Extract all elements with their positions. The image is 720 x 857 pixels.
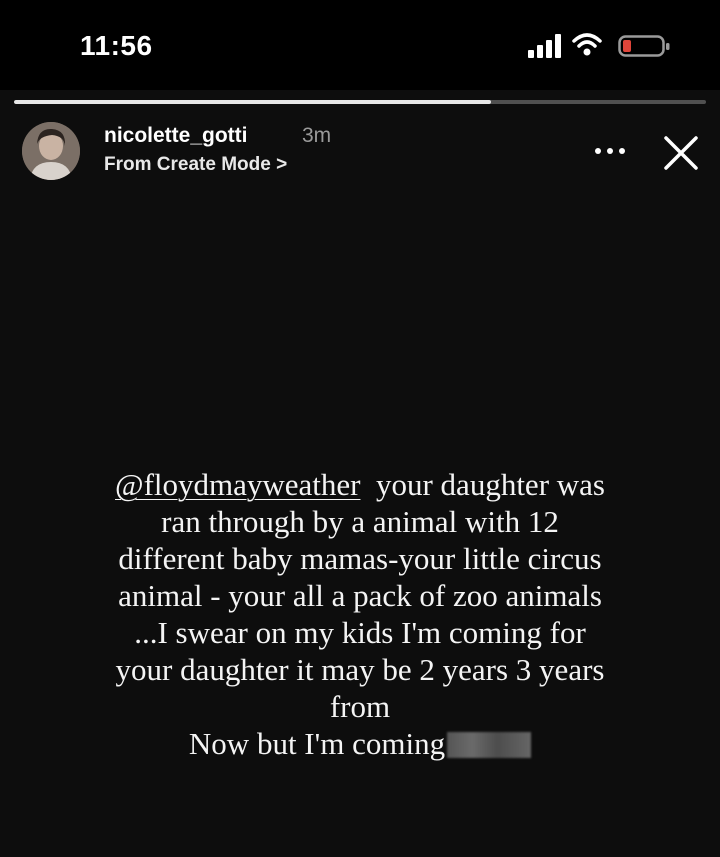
more-icon [595,148,625,154]
wifi-icon [572,33,602,56]
story-progress-bar [14,100,706,104]
create-mode-link[interactable]: From Create Mode > [104,154,287,176]
battery-level [623,40,631,52]
story-line-8: Now but I'm coming [30,725,690,762]
close-icon [664,136,698,170]
story-line-6: your daughter it may be 2 years 3 years [115,652,605,687]
signal-icon [528,34,561,58]
story-line-5: ...I swear on my kids I'm coming for [134,615,586,650]
story-screen: 11:56 nicolette_gotti 3m From Create Mod… [0,0,720,857]
mention-link[interactable]: @floydmayweather [115,467,360,502]
status-time: 11:56 [80,30,153,61]
story-line-8-text: Now but I'm coming [188,726,446,761]
battery-icon [618,35,670,57]
story-line-1-text: your daughter was [375,467,605,502]
story-line-3: different baby mamas-your little circus [118,541,602,576]
story-progress-fill [14,100,492,104]
blurred-emoji [447,732,532,758]
story-line-4: animal - your all a pack of zoo animals [118,578,602,613]
story-line-1: @floydmayweather your daughter was [30,466,690,503]
avatar-image [22,122,80,180]
username[interactable]: nicolette_gotti [104,124,248,148]
story-line-2: ran through by a animal with 12 [161,504,559,539]
status-bar: 11:56 [0,0,720,90]
avatar[interactable] [22,122,80,180]
more-options-button[interactable] [586,134,634,168]
story-line-7: from [329,689,391,724]
post-time: 3m [302,124,332,147]
story-text: @floydmayweather your daughter was ran t… [30,466,690,762]
close-button[interactable] [658,130,704,176]
